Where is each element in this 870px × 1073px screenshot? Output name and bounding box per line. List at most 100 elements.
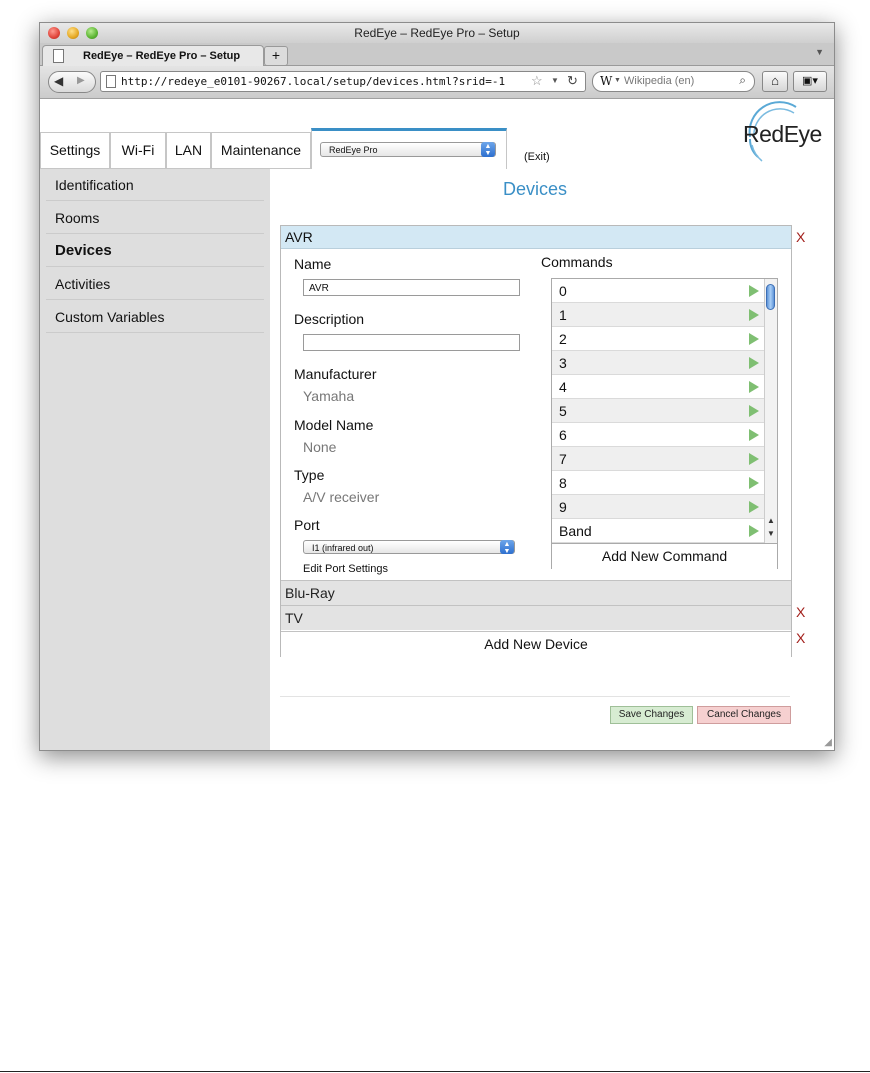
command-item[interactable]: Band <box>552 519 764 543</box>
back-icon[interactable]: ◀ <box>54 74 63 88</box>
command-item[interactable]: 2 <box>552 327 764 351</box>
model-label: Model Name <box>294 417 374 433</box>
cancel-changes-button[interactable]: Cancel Changes <box>697 706 791 724</box>
redeye-logo: RedEye <box>736 101 834 165</box>
command-label: 7 <box>559 451 567 467</box>
edit-port-settings-link[interactable]: Edit Port Settings <box>303 563 388 575</box>
bookmark-star-icon[interactable]: ☆ <box>531 73 543 89</box>
name-label: Name <box>294 256 332 272</box>
play-icon[interactable] <box>749 405 759 417</box>
command-label: 8 <box>559 475 567 491</box>
commands-label: Commands <box>541 254 613 270</box>
wikipedia-icon[interactable]: W <box>600 74 612 88</box>
reload-icon[interactable]: ↻ <box>567 73 578 89</box>
command-scrollbar[interactable]: ▲ ▼ <box>764 279 777 543</box>
history-dropdown-icon[interactable]: ▼ <box>551 76 559 85</box>
command-label: Band <box>559 523 592 539</box>
tab-lan[interactable]: LAN <box>166 132 211 169</box>
model-value: None <box>303 439 337 455</box>
add-command-button[interactable]: Add New Command <box>552 543 777 569</box>
command-item[interactable]: 0 <box>552 279 764 303</box>
url-bar[interactable]: http://redeye_e0101-90267.local/setup/de… <box>100 71 586 92</box>
manufacturer-value: Yamaha <box>303 388 355 404</box>
play-icon[interactable] <box>749 477 759 489</box>
search-icon[interactable]: ⌕ <box>739 73 746 88</box>
search-engine-dropdown-icon[interactable]: ▼ <box>614 77 621 84</box>
scroll-thumb[interactable] <box>766 284 775 310</box>
page-icon <box>53 49 64 63</box>
command-list[interactable]: 0 1 2 3 4 5 6 7 8 9 Band <box>552 279 764 543</box>
resize-grip-icon[interactable]: ◢ <box>824 737 832 748</box>
sidebar-item-devices[interactable]: Devices <box>46 235 264 267</box>
tab-maintenance[interactable]: Maintenance <box>211 132 311 169</box>
command-item[interactable]: 6 <box>552 423 764 447</box>
remove-device-button[interactable]: X <box>796 229 805 245</box>
sidebar-item-rooms[interactable]: Rooms <box>46 202 264 234</box>
command-label: 5 <box>559 403 567 419</box>
command-item[interactable]: 1 <box>552 303 764 327</box>
remove-device-button[interactable]: X <box>796 630 805 646</box>
add-device-button[interactable]: Add New Device <box>281 631 791 657</box>
exit-link[interactable]: (Exit) <box>524 151 550 163</box>
scroll-down-icon[interactable]: ▼ <box>767 529 775 538</box>
site-icon <box>106 75 116 88</box>
title-bar: RedEye – RedEye Pro – Setup <box>40 23 834 43</box>
play-icon[interactable] <box>749 285 759 297</box>
command-item[interactable]: 9 <box>552 495 764 519</box>
play-icon[interactable] <box>749 357 759 369</box>
device-header-avr[interactable]: AVR <box>281 226 791 249</box>
scroll-up-icon[interactable]: ▲ <box>767 516 775 525</box>
bookmarks-icon: ▣▾ <box>802 75 818 87</box>
new-tab-button[interactable]: + <box>264 46 288 66</box>
save-changes-button[interactable]: Save Changes <box>610 706 693 724</box>
command-label: 6 <box>559 427 567 443</box>
play-icon[interactable] <box>749 453 759 465</box>
device-row-blu-ray[interactable]: Blu-Ray <box>281 580 791 605</box>
sidebar: Identification Rooms Devices Activities … <box>40 169 270 750</box>
forward-icon[interactable]: ▶ <box>77 75 85 86</box>
play-icon[interactable] <box>749 309 759 321</box>
remove-device-button[interactable]: X <box>796 604 805 620</box>
sidebar-item-custom-variables[interactable]: Custom Variables <box>46 301 264 333</box>
search-input[interactable]: Wikipedia (en) <box>624 75 694 87</box>
browser-tab[interactable]: RedEye – RedEye Pro – Setup <box>42 45 264 66</box>
play-icon[interactable] <box>749 501 759 513</box>
play-icon[interactable] <box>749 525 759 537</box>
command-item[interactable]: 5 <box>552 399 764 423</box>
description-input[interactable] <box>303 334 520 351</box>
back-forward-control: ◀ ▶ <box>48 71 96 93</box>
command-item[interactable]: 7 <box>552 447 764 471</box>
device-select-value: RedEye Pro <box>329 145 378 155</box>
device-select[interactable]: RedEye Pro ▲ ▼ <box>320 142 496 157</box>
select-arrows-icon: ▲ ▼ <box>481 142 495 157</box>
command-item[interactable]: 3 <box>552 351 764 375</box>
url-text[interactable]: http://redeye_e0101-90267.local/setup/de… <box>121 75 505 88</box>
commands-box: 0 1 2 3 4 5 6 7 8 9 Band ▲ ▼ Add New Com… <box>551 278 778 569</box>
tab-list-chevron-icon[interactable]: ▼ <box>815 47 824 57</box>
play-icon[interactable] <box>749 333 759 345</box>
search-bar[interactable]: W ▼ Wikipedia (en) ⌕ <box>592 71 755 92</box>
play-icon[interactable] <box>749 381 759 393</box>
command-item[interactable]: 4 <box>552 375 764 399</box>
play-icon[interactable] <box>749 429 759 441</box>
sidebar-item-activities[interactable]: Activities <box>46 268 264 300</box>
bookmarks-button[interactable]: ▣▾ <box>793 71 827 92</box>
browser-window: RedEye – RedEye Pro – Setup RedEye – Red… <box>39 22 835 751</box>
command-item[interactable]: 8 <box>552 471 764 495</box>
type-label: Type <box>294 467 325 483</box>
browser-tab-title: RedEye – RedEye Pro – Setup <box>83 50 241 62</box>
port-select[interactable]: I1 (infrared out) ▲ ▼ <box>303 540 515 555</box>
port-label: Port <box>294 517 320 533</box>
manufacturer-label: Manufacturer <box>294 366 377 382</box>
tab-settings[interactable]: Settings <box>40 132 110 169</box>
page-bottom-rule <box>0 1071 870 1072</box>
window-title: RedEye – RedEye Pro – Setup <box>354 26 520 40</box>
home-button[interactable]: ⌂ <box>762 71 788 92</box>
sidebar-item-identification[interactable]: Identification <box>46 169 264 201</box>
navigation-toolbar: ◀ ▶ http://redeye_e0101-90267.local/setu… <box>40 66 834 99</box>
tab-wifi[interactable]: Wi-Fi <box>110 132 166 169</box>
command-label: 4 <box>559 379 567 395</box>
name-input[interactable]: AVR <box>303 279 520 296</box>
device-row-tv[interactable]: TV <box>281 605 791 630</box>
description-label: Description <box>294 311 365 327</box>
